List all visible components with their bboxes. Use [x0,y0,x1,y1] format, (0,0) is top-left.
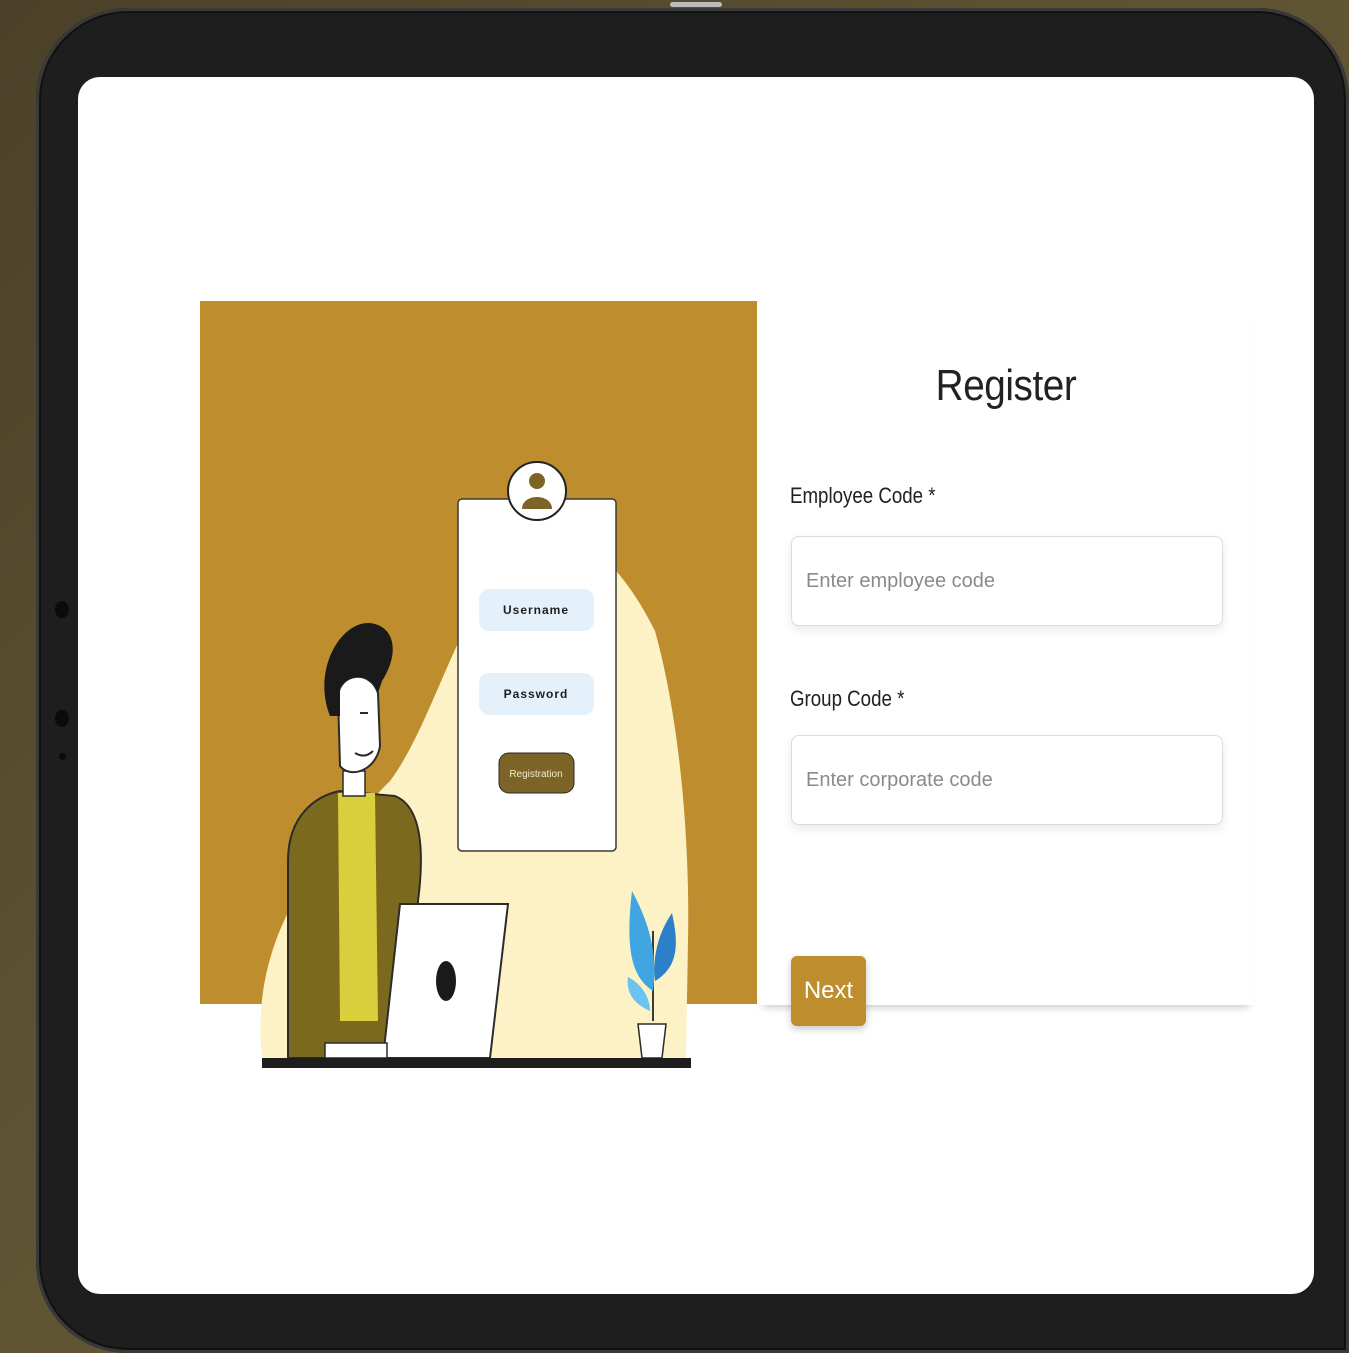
microphone-dot [59,753,66,760]
page-title: Register [935,361,1077,410]
tablet-top-button [670,2,722,7]
person-neck [342,770,366,797]
plant-pot [637,1023,667,1059]
next-button[interactable]: Next [791,956,866,1026]
person-shirt [338,793,378,1021]
laptop-logo-graphic [436,961,456,1001]
registration-label-graphic: Registration [509,769,562,780]
register-form-card: Register Employee Code * Group Code * Ne… [757,301,1255,1026]
person-face [336,675,382,774]
camera-dot [55,601,69,618]
illustration-svg: Username Password Registration [200,301,757,1069]
tablet-screen: Username Password Registration Register … [78,77,1314,1294]
desk-surface [262,1058,691,1068]
group-code-label: Group Code * [790,686,905,711]
employee-code-input[interactable] [791,536,1223,626]
avatar-circle [507,461,567,521]
sensor-dot [55,710,69,727]
username-label-graphic: Username [503,603,569,617]
group-code-input[interactable] [791,735,1223,825]
laptop-base-graphic [324,1042,388,1059]
password-label-graphic: Password [504,687,569,701]
employee-code-label: Employee Code * [790,483,936,508]
login-illustration: Username Password Registration [200,301,757,1069]
